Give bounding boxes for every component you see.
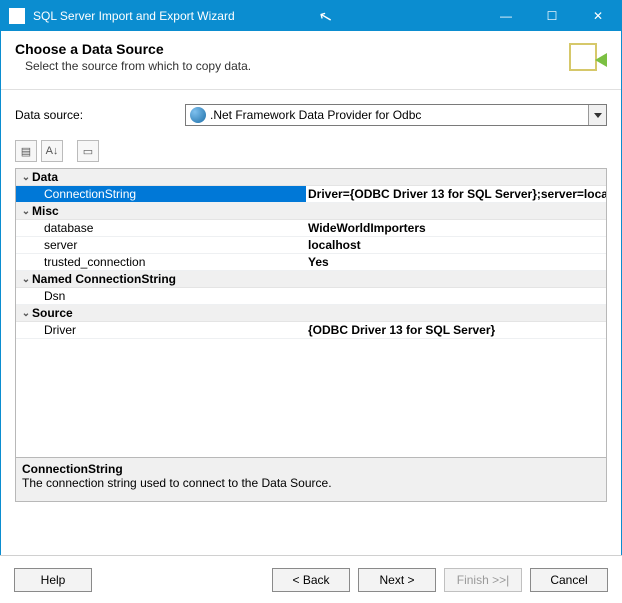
expand-icon[interactable]: ⌄ [20, 169, 32, 185]
wizard-icon [561, 41, 607, 81]
categorized-button[interactable]: ▤ [15, 140, 37, 162]
description-pane: ConnectionString The connection string u… [15, 458, 607, 502]
next-button[interactable]: Next > [358, 568, 436, 592]
data-source-dropdown[interactable]: .Net Framework Data Provider for Odbc [185, 104, 607, 126]
property-grid[interactable]: ⌄Data ConnectionString Driver={ODBC Driv… [15, 168, 607, 458]
window-controls: — ☐ ✕ [483, 1, 621, 31]
data-source-selected: .Net Framework Data Provider for Odbc [210, 108, 588, 122]
category-source[interactable]: ⌄Source [16, 305, 606, 322]
category-named-connectionstring[interactable]: ⌄Named ConnectionString [16, 271, 606, 288]
prop-driver[interactable]: Driver {ODBC Driver 13 for SQL Server} [16, 322, 606, 339]
app-icon [9, 8, 25, 24]
chevron-down-icon[interactable] [588, 105, 606, 125]
window-title: SQL Server Import and Export Wizard [33, 9, 235, 23]
expand-icon[interactable]: ⌄ [20, 203, 32, 219]
close-button[interactable]: ✕ [575, 1, 621, 31]
category-misc[interactable]: ⌄Misc [16, 203, 606, 220]
alphabetical-button[interactable]: A↓ [41, 140, 63, 162]
cancel-button[interactable]: Cancel [530, 568, 608, 592]
prop-trusted-connection[interactable]: trusted_connection Yes [16, 254, 606, 271]
prop-dsn[interactable]: Dsn [16, 288, 606, 305]
maximize-button[interactable]: ☐ [529, 1, 575, 31]
description-title: ConnectionString [22, 462, 600, 476]
wizard-header: Choose a Data Source Select the source f… [1, 31, 621, 90]
expand-icon[interactable]: ⌄ [20, 305, 32, 321]
prop-database[interactable]: database WideWorldImporters [16, 220, 606, 237]
description-text: The connection string used to connect to… [22, 476, 600, 490]
wizard-footer: Help < Back Next > Finish >>| Cancel [0, 555, 622, 603]
help-button[interactable]: Help [14, 568, 92, 592]
data-source-row: Data source: .Net Framework Data Provide… [15, 104, 607, 126]
data-source-label: Data source: [15, 108, 185, 122]
minimize-button[interactable]: — [483, 1, 529, 31]
page-subtitle: Select the source from which to copy dat… [25, 59, 561, 73]
category-data[interactable]: ⌄Data [16, 169, 606, 186]
property-grid-toolbar: ▤ A↓ ▭ [15, 140, 607, 162]
prop-connectionstring[interactable]: ConnectionString Driver={ODBC Driver 13 … [16, 186, 606, 203]
back-button[interactable]: < Back [272, 568, 350, 592]
title-bar: SQL Server Import and Export Wizard ↖ — … [1, 1, 621, 31]
finish-button: Finish >>| [444, 568, 522, 592]
expand-icon[interactable]: ⌄ [20, 271, 32, 287]
prop-server[interactable]: server localhost [16, 237, 606, 254]
property-pages-button[interactable]: ▭ [77, 140, 99, 162]
globe-icon [190, 107, 206, 123]
page-title: Choose a Data Source [15, 41, 561, 57]
cursor-icon: ↖ [317, 6, 335, 29]
